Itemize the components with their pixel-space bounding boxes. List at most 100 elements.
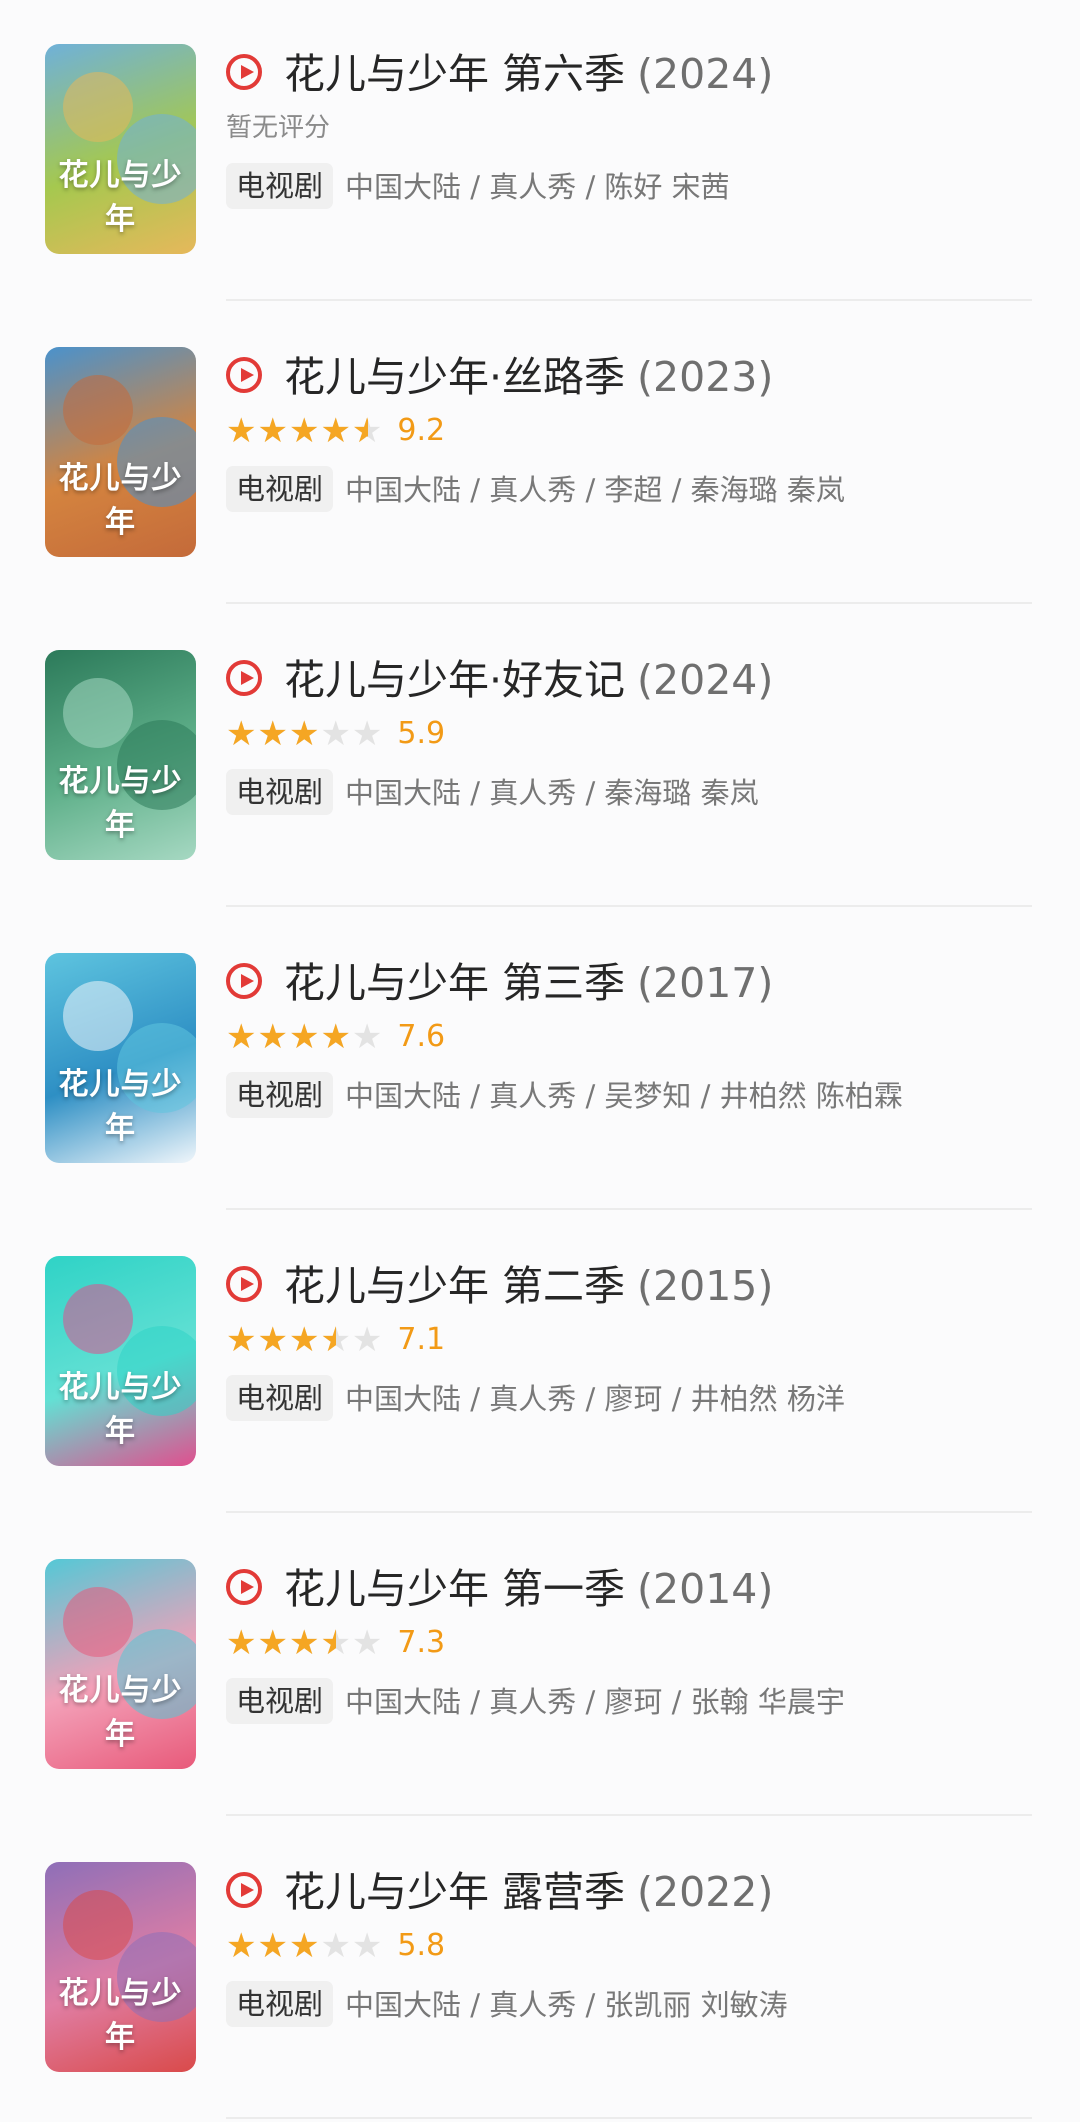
list-divider <box>226 1208 1032 1210</box>
star-rating: ★★★★★★★★★★ <box>226 712 383 756</box>
show-title: 花儿与少年 露营季 <box>284 1868 626 1916</box>
show-year: (2024) <box>637 656 774 704</box>
search-results-list: 花儿与少年 花儿与少年 第六季 (2024) 暂无评分 电视剧 中国大陆 / 真人秀 / … <box>0 0 1080 2122</box>
list-divider <box>226 1814 1032 1816</box>
show-title-row[interactable]: 花儿与少年·丝路季 (2023) <box>284 347 773 407</box>
star-rating: ★★★★★★★★★★ <box>226 409 383 453</box>
rating-row: ★★★★★★★★★★ 7.3 <box>226 1621 445 1665</box>
show-poster[interactable]: 花儿与少年 <box>45 1559 196 1769</box>
play-icon[interactable] <box>226 1872 262 1908</box>
list-divider <box>226 1511 1032 1513</box>
show-title: 花儿与少年 第二季 <box>284 1262 626 1310</box>
show-title: 花儿与少年·丝路季 <box>284 353 626 401</box>
show-list-item[interactable]: 花儿与少年花儿与少年·丝路季(2023)★★★★★★★★★★9.2电视剧中国大陆… <box>0 303 1080 606</box>
poster-caption: 花儿与少年 <box>58 1673 183 1752</box>
show-meta-info: 中国大陆 / 真人秀 / 陈好 宋茜 <box>345 170 730 204</box>
rating-row: ★★★★★★★★★★ 9.2 <box>226 409 445 453</box>
show-list-item[interactable]: 花儿与少年花儿与少年 第三季(2017)★★★★★★★★★★7.6电视剧中国大陆… <box>0 909 1080 1212</box>
show-title-row[interactable]: 花儿与少年 第一季 (2014) <box>284 1559 773 1619</box>
show-title-row[interactable]: 花儿与少年 第二季 (2015) <box>284 1256 773 1316</box>
meta-row: 电视剧 中国大陆 / 真人秀 / 廖珂 / 井柏然 杨洋 <box>226 1375 845 1423</box>
meta-row: 电视剧 中国大陆 / 真人秀 / 李超 / 秦海璐 秦岚 <box>226 466 845 514</box>
show-list-item[interactable]: 花儿与少年 花儿与少年 第六季 (2024) 暂无评分 电视剧 中国大陆 / 真人秀 / … <box>0 0 1080 303</box>
play-icon[interactable] <box>226 963 262 999</box>
rating-row: ★★★★★★★★★★ 5.8 <box>226 1924 445 1968</box>
show-meta-info: 中国大陆 / 真人秀 / 李超 / 秦海璐 秦岚 <box>345 473 845 507</box>
show-poster[interactable]: 花儿与少年 <box>45 1256 196 1466</box>
type-badge: 电视剧 <box>226 1072 334 1118</box>
star-rating-filled-icons: ★★★★★ <box>226 411 368 451</box>
show-title: 花儿与少年 第三季 <box>284 959 626 1007</box>
meta-row: 电视剧 中国大陆 / 真人秀 / 秦海璐 秦岚 <box>226 769 759 817</box>
list-divider <box>226 905 1032 907</box>
poster-caption: 花儿与少年 <box>58 158 183 237</box>
poster-caption: 花儿与少年 <box>58 764 183 843</box>
meta-row: 电视剧 中国大陆 / 真人秀 / 吴梦知 / 井柏然 陈柏霖 <box>226 1072 903 1120</box>
show-list-item[interactable]: 花儿与少年花儿与少年 第一季(2014)★★★★★★★★★★7.3电视剧中国大陆… <box>0 1515 1080 1818</box>
show-year: (2024) <box>637 50 774 98</box>
show-meta-info: 中国大陆 / 真人秀 / 吴梦知 / 井柏然 陈柏霖 <box>345 1079 903 1113</box>
show-year: (2023) <box>637 353 774 401</box>
poster-caption: 花儿与少年 <box>58 1370 183 1449</box>
star-rating-filled-icons: ★★★★★ <box>226 1017 352 1057</box>
type-badge: 电视剧 <box>226 1981 334 2027</box>
show-title-row[interactable]: 花儿与少年·好友记 (2024) <box>284 650 773 710</box>
show-title-row[interactable]: 花儿与少年 第六季 (2024) <box>284 44 773 104</box>
show-title-row[interactable]: 花儿与少年 露营季 (2022) <box>284 1862 773 1922</box>
poster-decoration <box>63 1890 133 1960</box>
rating-row: 暂无评分 <box>226 106 330 150</box>
star-rating: ★★★★★★★★★★ <box>226 1924 383 1968</box>
star-rating-filled-icons: ★★★★★ <box>226 1926 321 1966</box>
star-rating: ★★★★★★★★★★ <box>226 1015 383 1059</box>
poster-decoration <box>63 72 133 142</box>
play-icon[interactable] <box>226 1569 262 1605</box>
type-badge: 电视剧 <box>226 163 334 209</box>
show-poster[interactable]: 花儿与少年 <box>45 953 196 1163</box>
rating-score: 7.1 <box>397 1322 446 1357</box>
poster-caption: 花儿与少年 <box>58 1976 183 2055</box>
show-poster[interactable]: 花儿与少年 <box>45 1862 196 2072</box>
show-year: (2014) <box>637 1565 774 1613</box>
show-title: 花儿与少年 第一季 <box>284 1565 626 1613</box>
type-badge: 电视剧 <box>226 466 334 512</box>
show-title-row[interactable]: 花儿与少年 第三季 (2017) <box>284 953 773 1013</box>
star-rating-filled-icons: ★★★★★ <box>226 714 321 754</box>
show-title: 花儿与少年 第六季 <box>284 50 626 98</box>
rating-score: 5.8 <box>397 1928 446 1963</box>
show-year: (2022) <box>637 1868 774 1916</box>
show-poster[interactable]: 花儿与少年 <box>45 44 196 254</box>
poster-decoration <box>63 678 133 748</box>
list-divider <box>226 2117 1032 2119</box>
star-rating-filled-icons: ★★★★★ <box>226 1320 336 1360</box>
show-title: 花儿与少年·好友记 <box>284 656 626 704</box>
play-icon[interactable] <box>226 1266 262 1302</box>
type-badge: 电视剧 <box>226 1678 334 1724</box>
list-divider <box>226 299 1032 301</box>
play-icon[interactable] <box>226 54 262 90</box>
list-divider <box>226 602 1032 604</box>
meta-row: 电视剧 中国大陆 / 真人秀 / 陈好 宋茜 <box>226 163 730 211</box>
rating-score: 5.9 <box>397 716 446 751</box>
type-badge: 电视剧 <box>226 769 334 815</box>
poster-decoration <box>63 1587 133 1657</box>
star-rating: ★★★★★★★★★★ <box>226 1621 383 1665</box>
meta-row: 电视剧 中国大陆 / 真人秀 / 张凯丽 刘敏涛 <box>226 1981 788 2029</box>
rating-score: 7.3 <box>397 1625 446 1660</box>
show-poster[interactable]: 花儿与少年 <box>45 347 196 557</box>
poster-caption: 花儿与少年 <box>58 461 183 540</box>
show-year: (2015) <box>637 1262 774 1310</box>
show-year: (2017) <box>637 959 774 1007</box>
show-list-item[interactable]: 花儿与少年花儿与少年·好友记(2024)★★★★★★★★★★5.9电视剧中国大陆… <box>0 606 1080 909</box>
poster-decoration <box>63 375 133 445</box>
play-icon[interactable] <box>226 660 262 696</box>
show-list-item[interactable]: 花儿与少年花儿与少年 第二季(2015)★★★★★★★★★★7.1电视剧中国大陆… <box>0 1212 1080 1515</box>
show-poster[interactable]: 花儿与少年 <box>45 650 196 860</box>
star-rating-filled-icons: ★★★★★ <box>226 1623 336 1663</box>
play-icon[interactable] <box>226 357 262 393</box>
show-meta-info: 中国大陆 / 真人秀 / 廖珂 / 井柏然 杨洋 <box>345 1382 845 1416</box>
meta-row: 电视剧 中国大陆 / 真人秀 / 廖珂 / 张翰 华晨宇 <box>226 1678 845 1726</box>
show-meta-info: 中国大陆 / 真人秀 / 张凯丽 刘敏涛 <box>345 1988 788 2022</box>
show-list-item[interactable]: 花儿与少年花儿与少年 露营季(2022)★★★★★★★★★★5.8电视剧中国大陆… <box>0 1818 1080 2121</box>
show-meta-info: 中国大陆 / 真人秀 / 廖珂 / 张翰 华晨宇 <box>345 1685 845 1719</box>
rating-score: 7.6 <box>397 1019 446 1054</box>
